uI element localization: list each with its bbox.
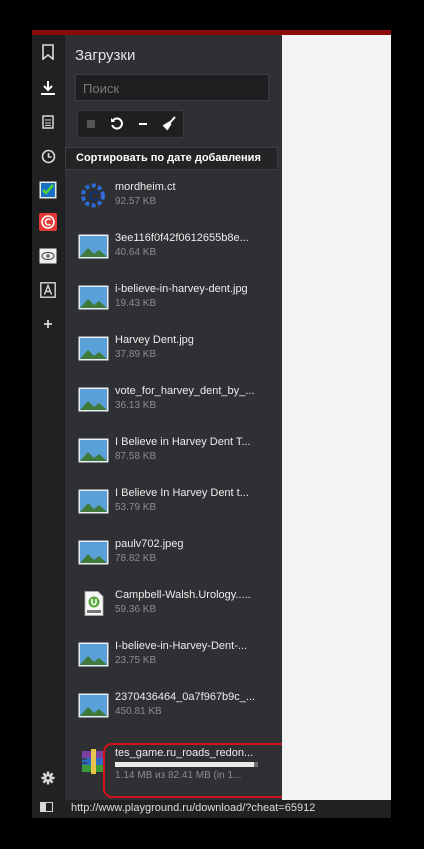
download-item[interactable]: vote_for_harvey_dent_by_... 36.13 KB [65, 376, 268, 426]
image-file-icon [78, 489, 109, 514]
download-name: vote_for_harvey_dent_by_... [115, 385, 255, 397]
download-size: 92.57 KB [115, 196, 157, 207]
download-name: Harvey Dent.jpg [115, 334, 194, 346]
status-bar: http://www.playground.ru/download/?cheat… [65, 800, 391, 818]
cheat-engine-icon: C [81, 183, 105, 208]
download-name: tes_game.ru_roads_redon... [115, 747, 254, 759]
retry-button[interactable] [104, 111, 130, 137]
add-panel-icon[interactable] [38, 314, 58, 334]
download-item[interactable]: 2370436464_0a7f967b9c_... 450.81 KB [65, 682, 268, 732]
broom-icon [162, 116, 176, 131]
sort-button[interactable]: Сортировать по дате добавления [65, 147, 278, 170]
winrar-archive-icon [78, 749, 104, 774]
notes-icon[interactable] [38, 112, 58, 132]
svg-text:C: C [89, 188, 100, 205]
download-item[interactable]: I Believe in Harvey Dent T... 87.58 KB [65, 427, 268, 477]
download-name: I Believe In Harvey Dent t... [115, 487, 249, 499]
download-name: 2370436464_0a7f967b9c_... [115, 691, 256, 703]
download-size: 87.58 KB [115, 451, 157, 462]
download-item-active[interactable]: tes_game.ru_roads_redon... 1.14 MB из 82… [65, 738, 268, 788]
download-item[interactable]: C mordheim.ct 92.57 KB [65, 172, 268, 222]
status-url: http://www.playground.ru/download/?cheat… [71, 802, 316, 814]
download-name: Campbell-Walsh.Urology..... [115, 589, 251, 601]
downloads-panel: Загрузки Сортировать по дате добавления [65, 35, 314, 805]
download-size: 37.89 KB [115, 349, 157, 360]
download-item[interactable]: Campbell-Walsh.Urology..... 59.36 KB [65, 580, 268, 630]
copyright-app-icon[interactable] [38, 212, 58, 232]
utorrent-file-icon [84, 591, 104, 616]
search-input[interactable] [76, 75, 270, 102]
download-size: 78.82 KB [115, 553, 157, 564]
panel-toggle-icon[interactable] [40, 802, 53, 812]
download-item[interactable]: I-believe-in-Harvey-Dent-... 23.75 KB [65, 631, 268, 681]
stop-button[interactable] [78, 111, 104, 137]
remove-icon [139, 123, 147, 125]
sidebar-iconbar [32, 35, 65, 818]
download-size: 36.13 KB [115, 400, 157, 411]
download-item[interactable]: i-believe-in-harvey-dent.jpg 19.43 KB [65, 274, 268, 324]
page-content [282, 35, 391, 800]
image-file-icon [78, 387, 109, 412]
browser-window: Загрузки Сортировать по дате добавления [32, 30, 391, 818]
checklist-app-icon[interactable] [38, 180, 58, 200]
downloads-toolbar [77, 110, 184, 138]
download-size: 59.36 KB [115, 604, 157, 615]
download-item[interactable]: 3ee116f0f42f0612655b8e... 40.64 KB [65, 223, 268, 273]
image-file-icon [78, 540, 109, 565]
image-file-icon [78, 336, 109, 361]
download-size: 40.64 KB [115, 247, 157, 258]
download-size: 53.79 KB [115, 502, 157, 513]
download-size: 19.43 KB [115, 298, 157, 309]
clean-button[interactable] [156, 111, 182, 137]
image-file-icon [78, 234, 109, 259]
download-item[interactable]: paulv702.jpeg 78.82 KB [65, 529, 268, 579]
downloads-list: C mordheim.ct 92.57 KB 3ee116f0f42f06126… [65, 172, 268, 800]
image-file-icon [78, 642, 109, 667]
download-name: I-believe-in-Harvey-Dent-... [115, 640, 248, 652]
bookmark-icon[interactable] [38, 42, 58, 62]
download-name: mordheim.ct [115, 181, 176, 193]
search-box[interactable] [75, 74, 270, 102]
retry-icon [111, 117, 123, 130]
image-file-icon [78, 693, 109, 718]
remove-button[interactable] [130, 111, 156, 137]
download-size: 1.14 MB из 82.41 MB (in 1... [115, 770, 242, 781]
download-size: 450.81 KB [115, 706, 162, 717]
download-size: 23.75 KB [115, 655, 157, 666]
settings-icon[interactable] [38, 768, 58, 788]
download-icon[interactable] [38, 78, 58, 98]
panel-title: Загрузки [75, 47, 136, 64]
download-progress-fill [115, 762, 254, 767]
eye-app-icon[interactable] [38, 246, 58, 266]
download-name: i-believe-in-harvey-dent.jpg [115, 283, 248, 295]
download-name: I Believe in Harvey Dent T... [115, 436, 251, 448]
download-progress-bar [115, 762, 258, 767]
download-item[interactable]: Harvey Dent.jpg 37.89 KB [65, 325, 268, 375]
font-app-icon[interactable] [38, 280, 58, 300]
download-name: paulv702.jpeg [115, 538, 184, 550]
image-file-icon [78, 285, 109, 310]
history-icon[interactable] [38, 146, 58, 166]
image-file-icon [78, 438, 109, 463]
download-item[interactable]: I Believe In Harvey Dent t... 53.79 KB [65, 478, 268, 528]
stop-icon [87, 120, 95, 128]
download-name: 3ee116f0f42f0612655b8e... [115, 232, 249, 244]
